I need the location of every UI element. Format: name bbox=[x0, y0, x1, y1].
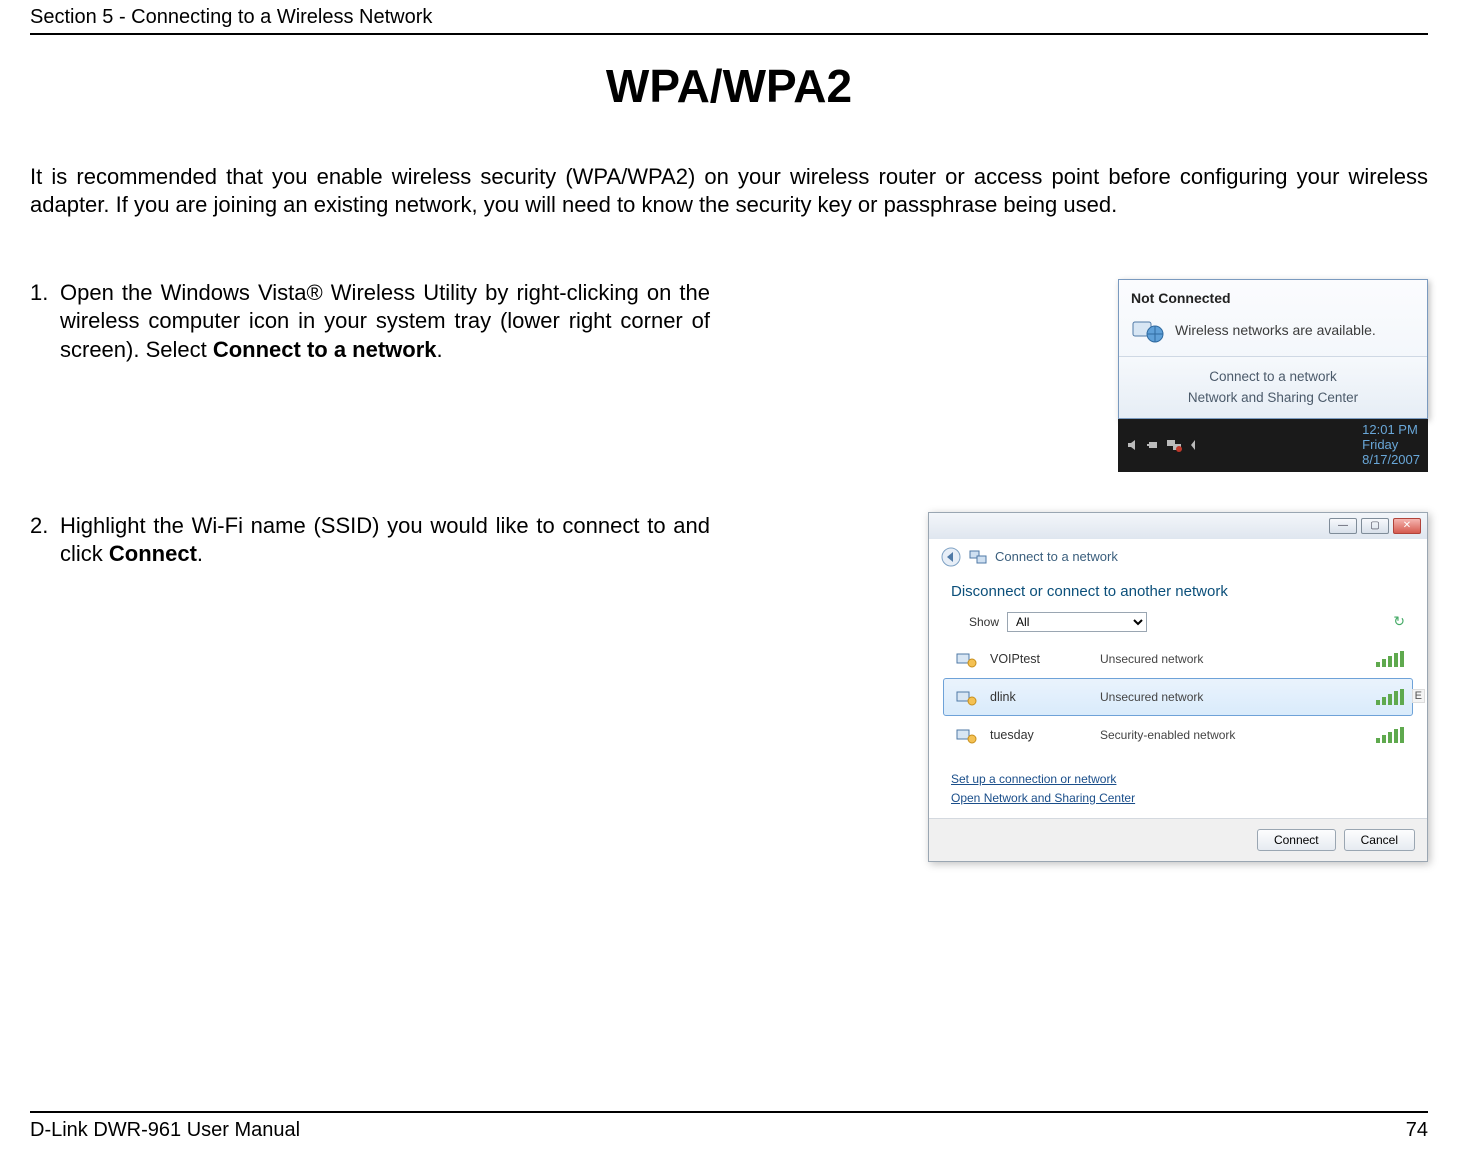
tray-clock: 12:01 PM Friday 8/17/2007 bbox=[1362, 423, 1420, 468]
popup-available-text: Wireless networks are available. bbox=[1175, 322, 1376, 338]
step-2-post: . bbox=[197, 541, 203, 566]
network-name: dlink bbox=[990, 690, 1090, 704]
cancel-button[interactable]: Cancel bbox=[1344, 829, 1415, 851]
step-1-row: 1. Open the Windows Vista® Wireless Util… bbox=[30, 279, 1428, 471]
step-2-row: 2. Highlight the Wi-Fi name (SSID) you w… bbox=[30, 512, 1428, 862]
close-button[interactable]: ✕ bbox=[1393, 518, 1421, 534]
step-1-body: Open the Windows Vista® Wireless Utility… bbox=[60, 279, 710, 363]
intro-paragraph: It is recommended that you enable wirele… bbox=[30, 163, 1428, 219]
dialog-filter-row: Show All ↻ bbox=[929, 612, 1427, 640]
connect-network-dialog: — ▢ ✕ Connect to a network Disconnect or… bbox=[928, 512, 1428, 862]
figure-1: Not Connected Wireless networks are avai… bbox=[1118, 279, 1428, 471]
plug-icon[interactable] bbox=[1146, 438, 1160, 452]
volume-icon[interactable] bbox=[1126, 438, 1140, 452]
tray-icons bbox=[1126, 438, 1198, 452]
signal-bars-icon bbox=[1376, 689, 1404, 705]
network-tray-icon[interactable] bbox=[1166, 438, 1182, 452]
step-2-body: Highlight the Wi-Fi name (SSID) you woul… bbox=[60, 512, 710, 568]
page-footer: D-Link DWR-961 User Manual 74 bbox=[30, 1111, 1428, 1142]
network-row-dlink[interactable]: dlink Unsecured network bbox=[943, 678, 1413, 716]
system-tray: 12:01 PM Friday 8/17/2007 bbox=[1118, 419, 1428, 472]
dialog-titlebar: — ▢ ✕ bbox=[929, 513, 1427, 539]
vista-tray-popup: Not Connected Wireless networks are avai… bbox=[1118, 279, 1428, 419]
dialog-links: Set up a connection or network Open Netw… bbox=[929, 754, 1427, 818]
popup-link-connect[interactable]: Connect to a network bbox=[1119, 367, 1427, 387]
show-label: Show bbox=[969, 615, 999, 629]
popup-available-row: Wireless networks are available. bbox=[1119, 312, 1427, 356]
network-security: Security-enabled network bbox=[1100, 728, 1366, 742]
connect-button[interactable]: Connect bbox=[1257, 829, 1336, 851]
signal-bars-icon bbox=[1376, 651, 1404, 667]
dialog-breadcrumb: Connect to a network bbox=[929, 539, 1427, 575]
back-icon[interactable] bbox=[941, 547, 961, 567]
network-globe-icon bbox=[1131, 316, 1165, 344]
show-select[interactable]: All bbox=[1007, 612, 1147, 632]
minimize-button[interactable]: — bbox=[1329, 518, 1357, 534]
network-list: VOIPtest Unsecured network dlink Unsecur… bbox=[929, 640, 1427, 754]
step-1-number: 1. bbox=[30, 279, 60, 363]
step-2-number: 2. bbox=[30, 512, 60, 568]
popup-status: Not Connected bbox=[1119, 280, 1427, 312]
step-1-post: . bbox=[437, 337, 443, 362]
chevron-left-icon[interactable] bbox=[1188, 438, 1198, 452]
step-1-text: 1. Open the Windows Vista® Wireless Util… bbox=[30, 279, 710, 363]
popup-link-sharing-center[interactable]: Network and Sharing Center bbox=[1119, 388, 1427, 408]
network-crumb-icon bbox=[969, 549, 987, 565]
network-security: Unsecured network bbox=[1100, 652, 1366, 666]
wifi-icon bbox=[952, 687, 980, 707]
footer-manual: D-Link DWR-961 User Manual bbox=[30, 1119, 300, 1142]
section-header: Section 5 - Connecting to a Wireless Net… bbox=[30, 0, 1428, 33]
steps-container: 1. Open the Windows Vista® Wireless Util… bbox=[30, 279, 1428, 862]
signal-bars-icon bbox=[1376, 727, 1404, 743]
step-2-text: 2. Highlight the Wi-Fi name (SSID) you w… bbox=[30, 512, 710, 568]
footer-page-number: 74 bbox=[1406, 1119, 1428, 1142]
refresh-icon[interactable]: ↻ bbox=[1393, 613, 1405, 630]
tray-time: 12:01 PM bbox=[1362, 423, 1420, 438]
link-open-sharing-center[interactable]: Open Network and Sharing Center bbox=[951, 789, 1405, 808]
dialog-subtitle: Disconnect or connect to another network bbox=[929, 575, 1427, 612]
network-row-voiptest[interactable]: VOIPtest Unsecured network bbox=[943, 640, 1413, 678]
wifi-icon bbox=[952, 725, 980, 745]
scroll-marker: E bbox=[1412, 689, 1425, 703]
dialog-crumb-text: Connect to a network bbox=[995, 549, 1118, 564]
step-2-bold: Connect bbox=[109, 541, 197, 566]
network-row-tuesday[interactable]: tuesday Security-enabled network bbox=[943, 716, 1413, 754]
popup-links: Connect to a network Network and Sharing… bbox=[1119, 356, 1427, 418]
link-setup-connection[interactable]: Set up a connection or network bbox=[951, 770, 1405, 789]
network-name: tuesday bbox=[990, 728, 1090, 742]
dialog-button-bar: Connect Cancel bbox=[929, 818, 1427, 861]
network-name: VOIPtest bbox=[990, 652, 1090, 666]
header-rule bbox=[30, 33, 1428, 35]
step-1-bold: Connect to a network bbox=[213, 337, 437, 362]
maximize-button[interactable]: ▢ bbox=[1361, 518, 1389, 534]
tray-day: Friday bbox=[1362, 438, 1420, 453]
page-title: WPA/WPA2 bbox=[30, 59, 1428, 113]
tray-date: 8/17/2007 bbox=[1362, 453, 1420, 468]
network-security: Unsecured network bbox=[1100, 690, 1366, 704]
wifi-icon bbox=[952, 649, 980, 669]
footer-rule bbox=[30, 1111, 1428, 1113]
